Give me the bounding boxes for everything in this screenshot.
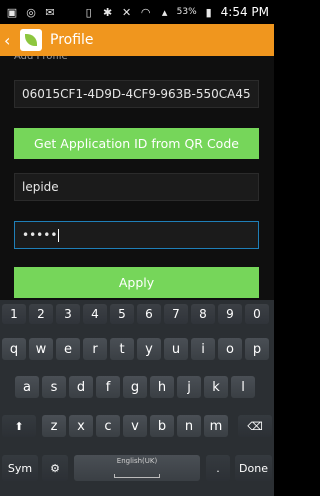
username-value: lepide	[22, 180, 59, 194]
key-4[interactable]: 4	[83, 304, 107, 324]
space-icon	[114, 474, 160, 478]
key-5[interactable]: 5	[110, 304, 134, 324]
key-s[interactable]: s	[42, 376, 66, 398]
key-7[interactable]: 7	[164, 304, 188, 324]
profile-form: Add Profile 06015CF1-4D9D-4CF9-963B-550C…	[0, 56, 274, 300]
key-e[interactable]: e	[56, 338, 80, 360]
key-q[interactable]: q	[2, 338, 26, 360]
key-j[interactable]: j	[177, 376, 201, 398]
space-language-label: English(UK)	[116, 457, 158, 465]
period-key[interactable]: .	[206, 455, 230, 481]
section-label: Add Profile	[14, 56, 68, 62]
username-field[interactable]: lepide	[14, 173, 259, 201]
key-a[interactable]: a	[15, 376, 39, 398]
password-field[interactable]: •••••	[14, 221, 259, 249]
key-w[interactable]: w	[29, 338, 53, 360]
key-2[interactable]: 2	[29, 304, 53, 324]
signal-icon: ▴	[161, 5, 168, 19]
key-r[interactable]: r	[83, 338, 107, 360]
key-k[interactable]: k	[204, 376, 228, 398]
qr-code-button[interactable]: Get Application ID from QR Code	[14, 128, 259, 159]
delete-key[interactable]: ⌫	[238, 415, 272, 437]
key-3[interactable]: 3	[56, 304, 80, 324]
key-v[interactable]: v	[123, 415, 147, 437]
envelope-icon: ✉	[45, 5, 55, 19]
key-l[interactable]: l	[231, 376, 255, 398]
key-b[interactable]: b	[150, 415, 174, 437]
key-g[interactable]: g	[123, 376, 147, 398]
key-1[interactable]: 1	[2, 304, 26, 324]
app-logo[interactable]	[20, 29, 42, 51]
key-8[interactable]: 8	[191, 304, 215, 324]
battery-percent: 53%	[176, 7, 197, 17]
key-h[interactable]: h	[150, 376, 174, 398]
key-9[interactable]: 9	[218, 304, 242, 324]
page-title: Profile	[50, 32, 94, 48]
key-6[interactable]: 6	[137, 304, 161, 324]
sym-key[interactable]: Sym	[2, 455, 38, 481]
key-m[interactable]: m	[204, 415, 228, 437]
vibrate-icon: ▯	[85, 5, 92, 19]
key-z[interactable]: z	[42, 415, 66, 437]
status-right: ▯ ✱ ✕ ◠ ▴ 53% ▮ 4:54 PM	[82, 5, 269, 19]
key-u[interactable]: u	[164, 338, 188, 360]
status-bar: ▣ ◎ ✉ ▯ ✱ ✕ ◠ ▴ 53% ▮ 4:54 PM	[0, 0, 274, 24]
key-0[interactable]: 0	[245, 304, 269, 324]
key-p[interactable]: p	[245, 338, 269, 360]
clock: 4:54 PM	[220, 5, 269, 19]
settings-icon: ⚙	[50, 461, 60, 475]
key-c[interactable]: c	[96, 415, 120, 437]
soft-keyboard: 1 2 3 4 5 6 7 8 9 0 q w e r t y u i o p …	[0, 300, 274, 496]
back-icon[interactable]: ‹	[4, 31, 18, 50]
action-bar: ‹ Profile	[0, 24, 274, 56]
key-x[interactable]: x	[69, 415, 93, 437]
key-i[interactable]: i	[191, 338, 215, 360]
battery-icon: ▮	[205, 5, 212, 19]
status-left: ▣ ◎ ✉	[5, 5, 57, 19]
done-key[interactable]: Done	[235, 455, 272, 481]
application-id-field[interactable]: 06015CF1-4D9D-4CF9-963B-550CA45	[14, 80, 259, 108]
key-d[interactable]: d	[69, 376, 93, 398]
image-icon: ▣	[6, 5, 18, 19]
whatsapp-icon: ◎	[26, 5, 36, 19]
leaf-icon	[25, 34, 37, 46]
space-bar[interactable]: English(UK)	[74, 455, 200, 481]
key-t[interactable]: t	[110, 338, 134, 360]
text-cursor	[58, 228, 60, 242]
application-id-value: 06015CF1-4D9D-4CF9-963B-550CA45	[22, 87, 251, 101]
key-o[interactable]: o	[218, 338, 242, 360]
settings-key[interactable]: ⚙	[42, 455, 68, 481]
apply-button[interactable]: Apply	[14, 267, 259, 298]
shift-key[interactable]: ⬆	[2, 415, 36, 437]
password-value: •••••	[22, 228, 58, 242]
key-y[interactable]: y	[137, 338, 161, 360]
bluetooth-icon: ✱	[103, 5, 113, 19]
key-f[interactable]: f	[96, 376, 120, 398]
mute-icon: ✕	[122, 5, 132, 19]
wifi-icon: ◠	[140, 5, 151, 19]
key-n[interactable]: n	[177, 415, 201, 437]
